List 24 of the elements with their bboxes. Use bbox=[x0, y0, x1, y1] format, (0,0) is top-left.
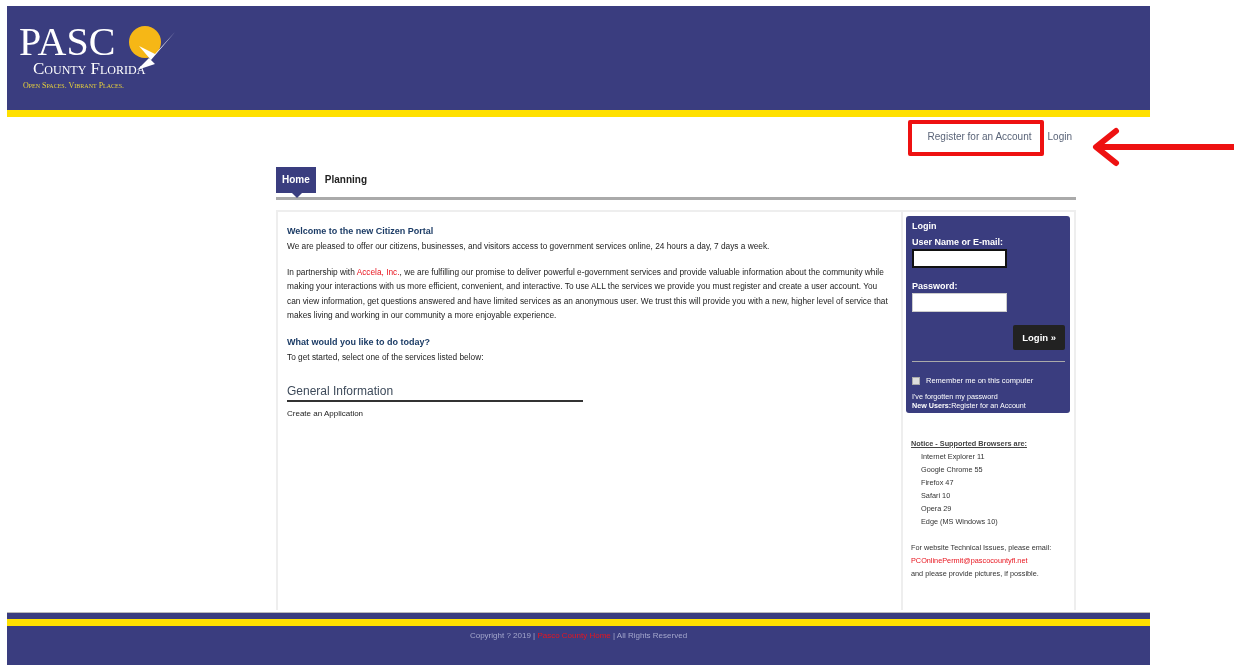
username-field[interactable] bbox=[912, 249, 1007, 268]
question-title: What would you like to do today? bbox=[287, 336, 430, 347]
rights-text: | All Rights Reserved bbox=[612, 631, 688, 640]
logo-title: PASC bbox=[19, 24, 116, 60]
copyright-text: Copyright ? 2019 | bbox=[469, 631, 536, 640]
section-heading: General Information bbox=[287, 384, 583, 402]
field-label: Password: bbox=[912, 281, 958, 291]
login-title: Login bbox=[912, 221, 937, 231]
field-label: User Name or E-mail: bbox=[912, 237, 1004, 247]
intro-text: We are pleased to offer our citizens, businesses, and visitors access to government services online, 24 hours a day, 7 days a week. bbox=[287, 240, 770, 253]
login-button[interactable]: Login » bbox=[1013, 325, 1065, 350]
header-link[interactable]: Login bbox=[1047, 120, 1080, 156]
partner-link[interactable]: Accela, Inc. bbox=[356, 266, 400, 277]
welcome-title: Welcome to the new Citizen Portal bbox=[287, 226, 434, 236]
tab-pointer-icon bbox=[292, 193, 302, 198]
password-field[interactable] bbox=[912, 293, 1007, 312]
logo-subtitle: County Florida bbox=[33, 60, 146, 78]
header-link[interactable]: Register for an Account bbox=[907, 120, 1044, 156]
checkbox[interactable] bbox=[912, 376, 920, 385]
service-link[interactable]: Create an Application bbox=[287, 409, 364, 418]
nav-tab[interactable]: Planning bbox=[318, 167, 374, 193]
hint-text: To get started, select one of the services listed below: bbox=[287, 350, 484, 364]
partnership-text: In partnership with Accela, Inc., we are fulfilling our promise to deliver powerful e-government services and provide valuable information about the community while making your interactions with us more efficient, convenient, and interactive. To use ALL the services we provide you must register and create a user account. You can view information, get questions answered and have limited services as an anonymous user. We trust this will provide you with a new, higher level of service that makes living and working in our community a more enjoyable experience. bbox=[287, 265, 889, 322]
logo-tagline: Open Spaces. Vibrant Places. bbox=[23, 81, 125, 90]
